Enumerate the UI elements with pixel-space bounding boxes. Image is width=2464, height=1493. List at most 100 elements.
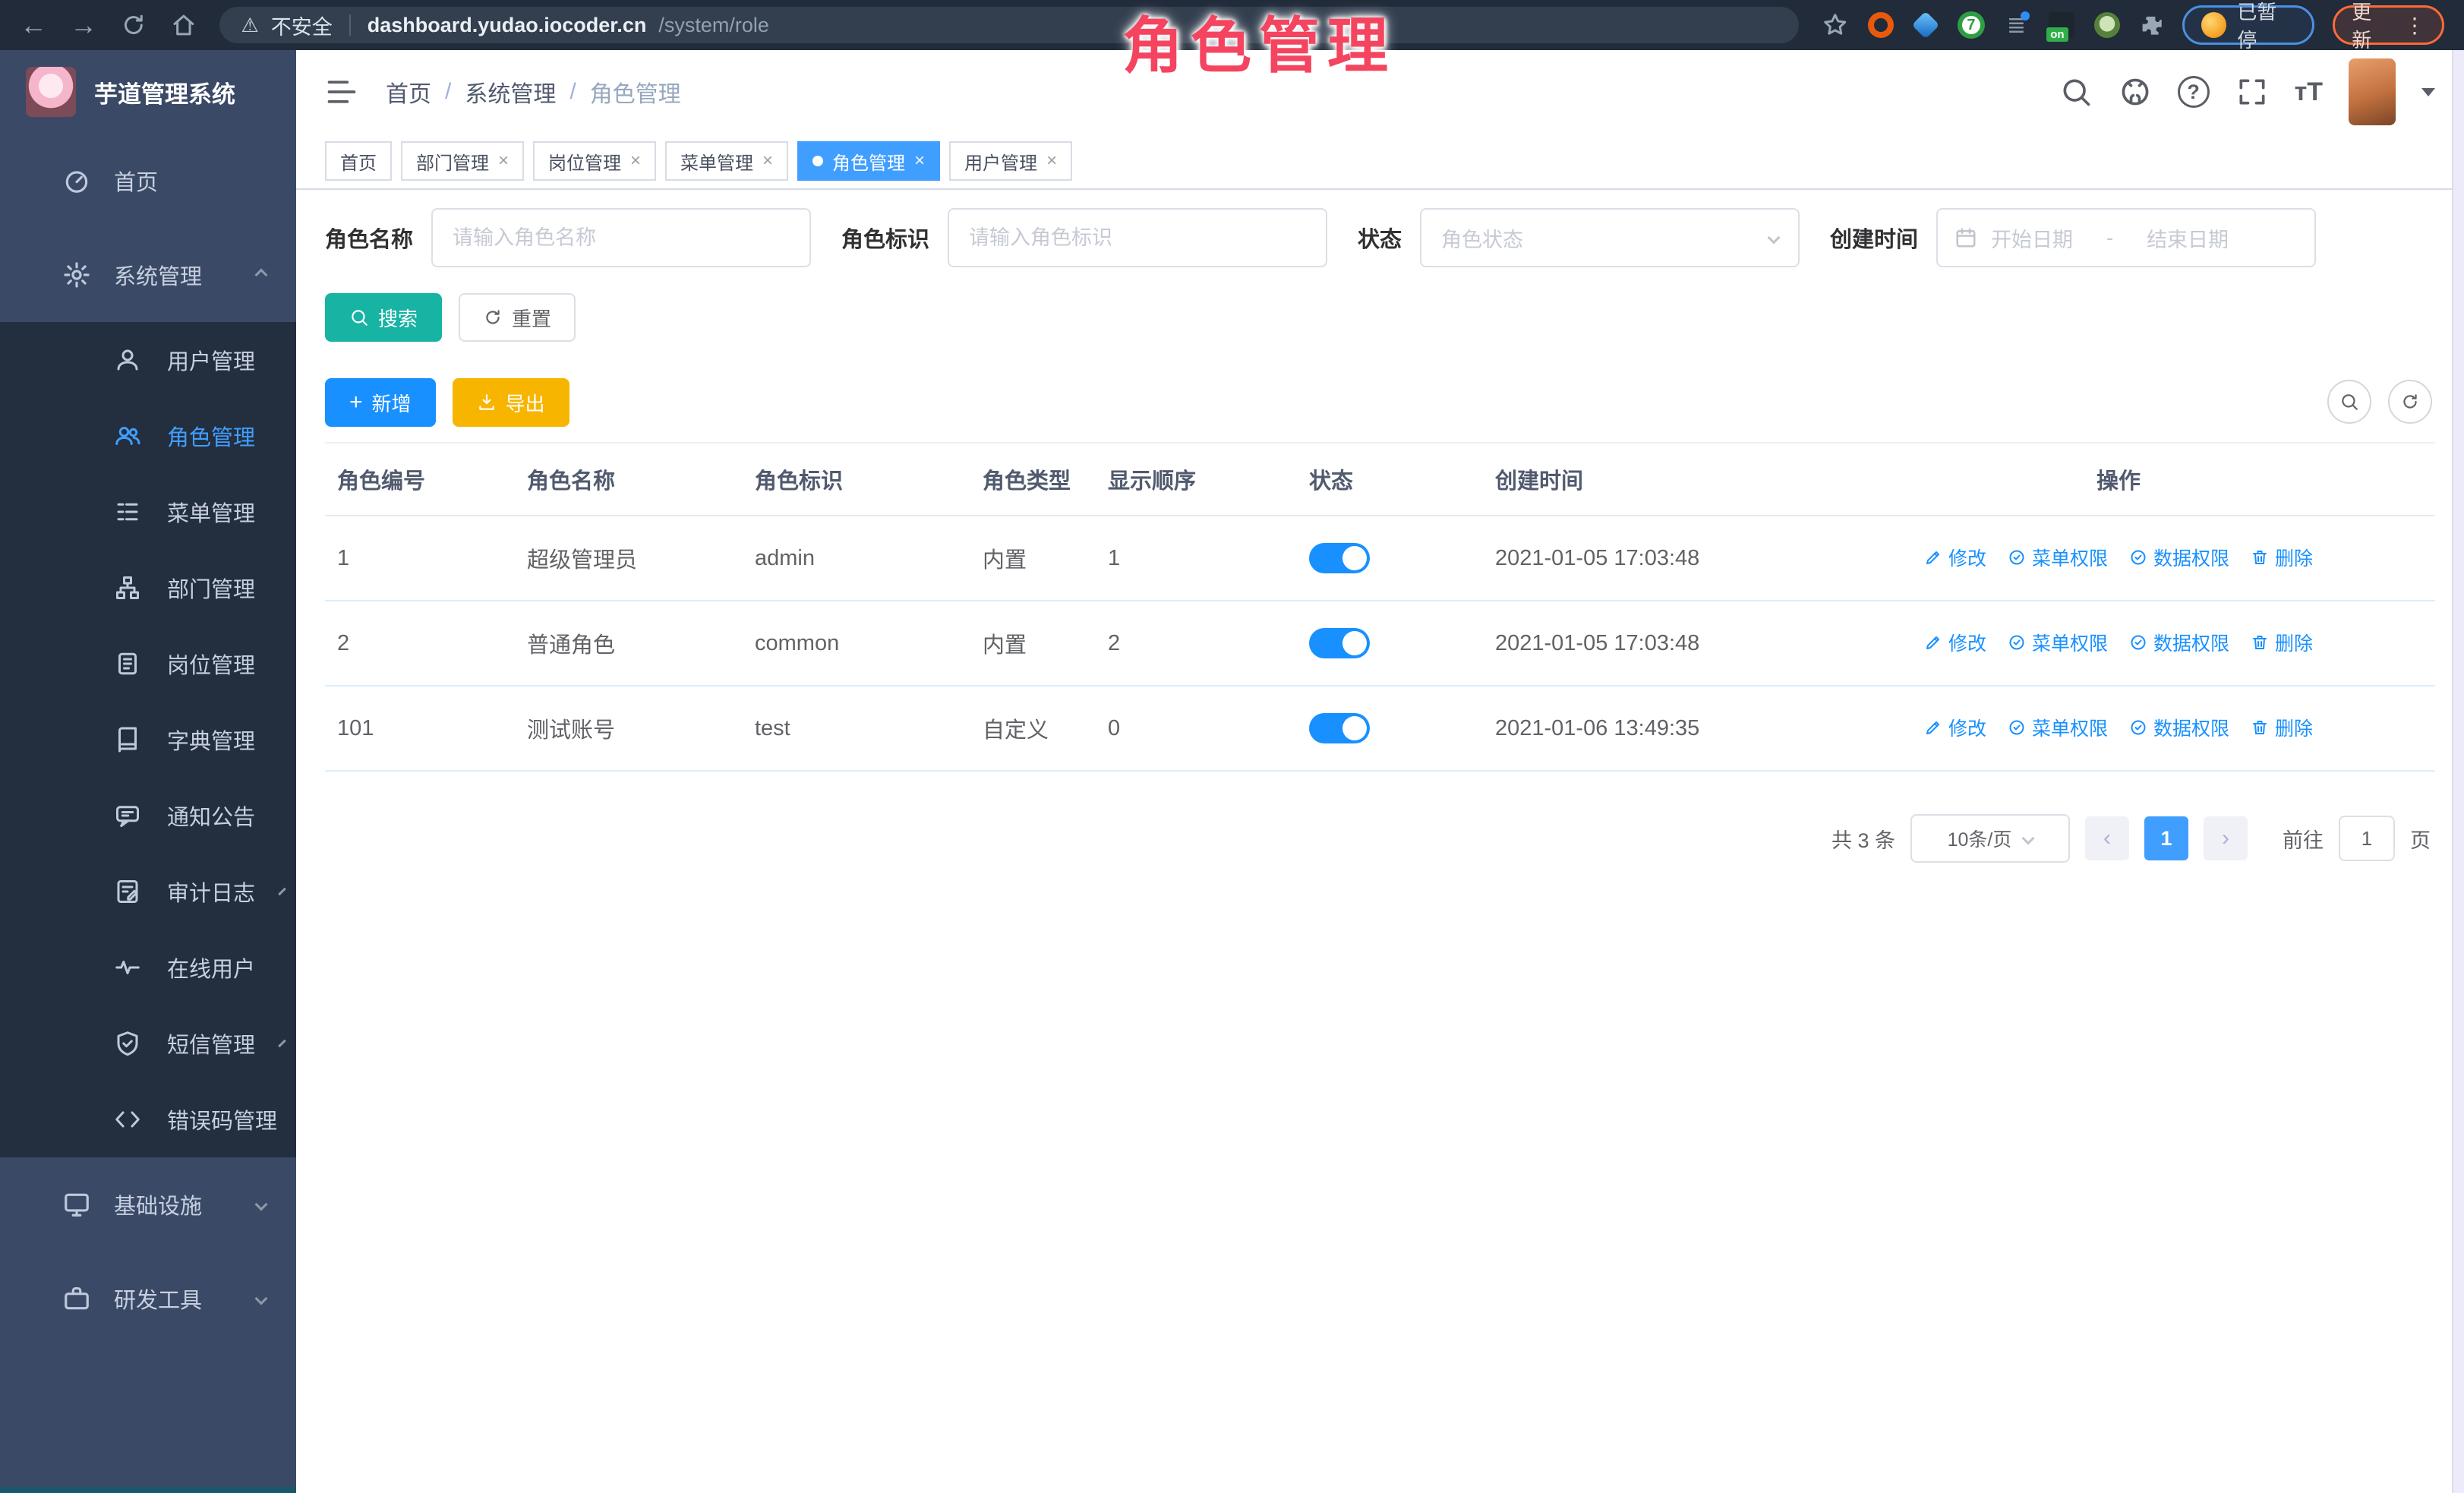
- sidebar-item-用户管理[interactable]: 用户管理: [0, 322, 296, 398]
- user-avatar[interactable]: [2349, 58, 2396, 125]
- sidebar-item-字典管理[interactable]: 字典管理: [0, 702, 296, 778]
- page-unit-label: 页: [2410, 824, 2431, 854]
- main-area: 首页/系统管理/角色管理 ? тT 首页部门管理×岗位管理×菜单管理×角色管理×…: [296, 50, 2464, 1493]
- tab-部门管理[interactable]: 部门管理×: [401, 141, 524, 181]
- action-修改[interactable]: 修改: [1924, 544, 1986, 571]
- date-range-picker[interactable]: 开始日期 - 结束日期: [1936, 208, 2316, 267]
- tab-close-icon[interactable]: ×: [762, 150, 773, 172]
- sidebar-item-首页[interactable]: 首页: [0, 134, 296, 228]
- column-header-显示顺序: 显示顺序: [1096, 443, 1297, 516]
- sidebar-item-错误码管理[interactable]: 错误码管理: [0, 1081, 296, 1157]
- sidebar-item-label: 错误码管理: [167, 1103, 277, 1135]
- page-scrollbar[interactable]: [2452, 50, 2464, 1493]
- github-icon[interactable]: [2119, 75, 2152, 109]
- sidebar-item-岗位管理[interactable]: 岗位管理: [0, 626, 296, 702]
- tab-角色管理[interactable]: 角色管理×: [797, 141, 940, 181]
- action-删除[interactable]: 删除: [2251, 714, 2313, 741]
- sidebar-item-label: 在线用户: [167, 952, 266, 983]
- hamburger-icon[interactable]: [325, 75, 358, 109]
- status-toggle[interactable]: [1309, 543, 1370, 573]
- extension-on-icon[interactable]: on: [2048, 11, 2075, 39]
- sidebar-item-研发工具[interactable]: 研发工具: [0, 1252, 296, 1346]
- role-key-input[interactable]: [948, 208, 1327, 267]
- role-name-input[interactable]: [431, 208, 811, 267]
- action-修改[interactable]: 修改: [1924, 629, 1986, 656]
- sidebar-item-菜单管理[interactable]: 菜单管理: [0, 474, 296, 550]
- sidebar-item-角色管理[interactable]: 角色管理: [0, 398, 296, 474]
- add-button[interactable]: + 新增: [325, 378, 436, 427]
- sidebar-item-通知公告[interactable]: 通知公告: [0, 778, 296, 854]
- status-toggle[interactable]: [1309, 713, 1370, 743]
- extension-gem-icon[interactable]: [1913, 11, 1940, 39]
- font-size-icon[interactable]: тT: [2295, 77, 2323, 107]
- tab-close-icon[interactable]: ×: [630, 150, 641, 172]
- tab-close-icon[interactable]: ×: [1046, 150, 1057, 172]
- avatar-caret-icon[interactable]: [2421, 88, 2435, 96]
- address-bar[interactable]: ⚠ 不安全 dashboard.yudao.iocoder.cn/system/…: [219, 7, 1799, 43]
- next-page-button[interactable]: ›: [2204, 816, 2248, 860]
- tab-close-icon[interactable]: ×: [498, 150, 509, 172]
- sidebar-item-短信管理[interactable]: 短信管理: [0, 1005, 296, 1081]
- browser-back-icon[interactable]: ←: [20, 11, 47, 39]
- action-删除[interactable]: 删除: [2251, 629, 2313, 656]
- url-divider: [349, 14, 351, 36]
- sidebar-item-基础设施[interactable]: 基础设施: [0, 1157, 296, 1252]
- help-icon[interactable]: ?: [2178, 76, 2210, 108]
- action-菜单权限[interactable]: 菜单权限: [2008, 629, 2108, 656]
- download-icon: [477, 393, 497, 412]
- action-修改[interactable]: 修改: [1924, 714, 1986, 741]
- tab-菜单管理[interactable]: 菜单管理×: [665, 141, 788, 181]
- sidebar-item-在线用户[interactable]: 在线用户: [0, 930, 296, 1005]
- tab-首页[interactable]: 首页: [325, 141, 392, 181]
- sidebar-item-审计日志[interactable]: 审计日志: [0, 854, 296, 930]
- sidebar: 芋道管理系统 首页系统管理用户管理角色管理菜单管理部门管理岗位管理字典管理通知公…: [0, 50, 296, 1493]
- browser-menu-dots-icon[interactable]: ⋮: [2404, 13, 2425, 38]
- search-button[interactable]: 搜索: [325, 293, 442, 342]
- search-icon[interactable]: [2059, 75, 2093, 109]
- extension-monkey-icon[interactable]: [2093, 11, 2121, 39]
- page-size-label: 10条/页: [1948, 825, 2012, 852]
- browser-update-button[interactable]: 更新 ⋮: [2333, 5, 2444, 45]
- update-label: 更新: [2352, 0, 2390, 53]
- sidebar-item-系统管理[interactable]: 系统管理: [0, 228, 296, 322]
- action-删除[interactable]: 删除: [2251, 544, 2313, 571]
- extension-grid-icon[interactable]: ≣: [2003, 11, 2030, 39]
- profile-paused-pill[interactable]: 已暂停: [2182, 5, 2314, 45]
- export-button[interactable]: 导出: [453, 378, 569, 427]
- action-菜单权限[interactable]: 菜单权限: [2008, 544, 2108, 571]
- status-select[interactable]: 角色状态: [1420, 208, 1800, 267]
- toggle-knob: [1342, 716, 1367, 740]
- logo-row[interactable]: 芋道管理系统: [0, 50, 296, 134]
- browser-reload-icon[interactable]: [120, 11, 147, 39]
- created-time-cell: 2021-01-05 17:03:48: [1483, 516, 1802, 601]
- edit-pencil-icon: [1924, 718, 1942, 737]
- action-菜单权限[interactable]: 菜单权限: [2008, 714, 2108, 741]
- browser-home-icon[interactable]: [170, 11, 197, 39]
- prev-page-button[interactable]: ‹: [2085, 816, 2129, 860]
- status-toggle[interactable]: [1309, 628, 1370, 658]
- reset-button[interactable]: 重置: [459, 293, 576, 342]
- actions-cell: 修改菜单权限数据权限删除: [1802, 686, 2435, 771]
- breadcrumb-item[interactable]: 系统管理: [465, 75, 556, 109]
- extension-orange-icon[interactable]: [1867, 11, 1895, 39]
- breadcrumb-item[interactable]: 首页: [386, 75, 431, 109]
- action-数据权限[interactable]: 数据权限: [2129, 714, 2229, 741]
- tab-close-icon[interactable]: ×: [914, 150, 925, 172]
- sidebar-item-部门管理[interactable]: 部门管理: [0, 550, 296, 626]
- current-page-button[interactable]: 1: [2144, 816, 2188, 860]
- toggle-search-button[interactable]: [2327, 380, 2371, 424]
- bookmark-star-icon[interactable]: [1822, 11, 1849, 39]
- roles-icon: [114, 422, 141, 450]
- action-数据权限[interactable]: 数据权限: [2129, 544, 2229, 571]
- tab-用户管理[interactable]: 用户管理×: [949, 141, 1072, 181]
- refresh-table-button[interactable]: [2388, 380, 2432, 424]
- tab-岗位管理[interactable]: 岗位管理×: [533, 141, 656, 181]
- extensions-puzzle-icon[interactable]: [2138, 12, 2164, 38]
- paused-label: 已暂停: [2237, 0, 2295, 53]
- browser-forward-icon[interactable]: →: [70, 11, 97, 39]
- page-size-select[interactable]: 10条/页: [1910, 814, 2070, 863]
- fullscreen-icon[interactable]: [2235, 75, 2269, 109]
- extension-seven-icon[interactable]: 7: [1958, 11, 1985, 39]
- goto-page-input[interactable]: [2339, 816, 2395, 861]
- action-数据权限[interactable]: 数据权限: [2129, 629, 2229, 656]
